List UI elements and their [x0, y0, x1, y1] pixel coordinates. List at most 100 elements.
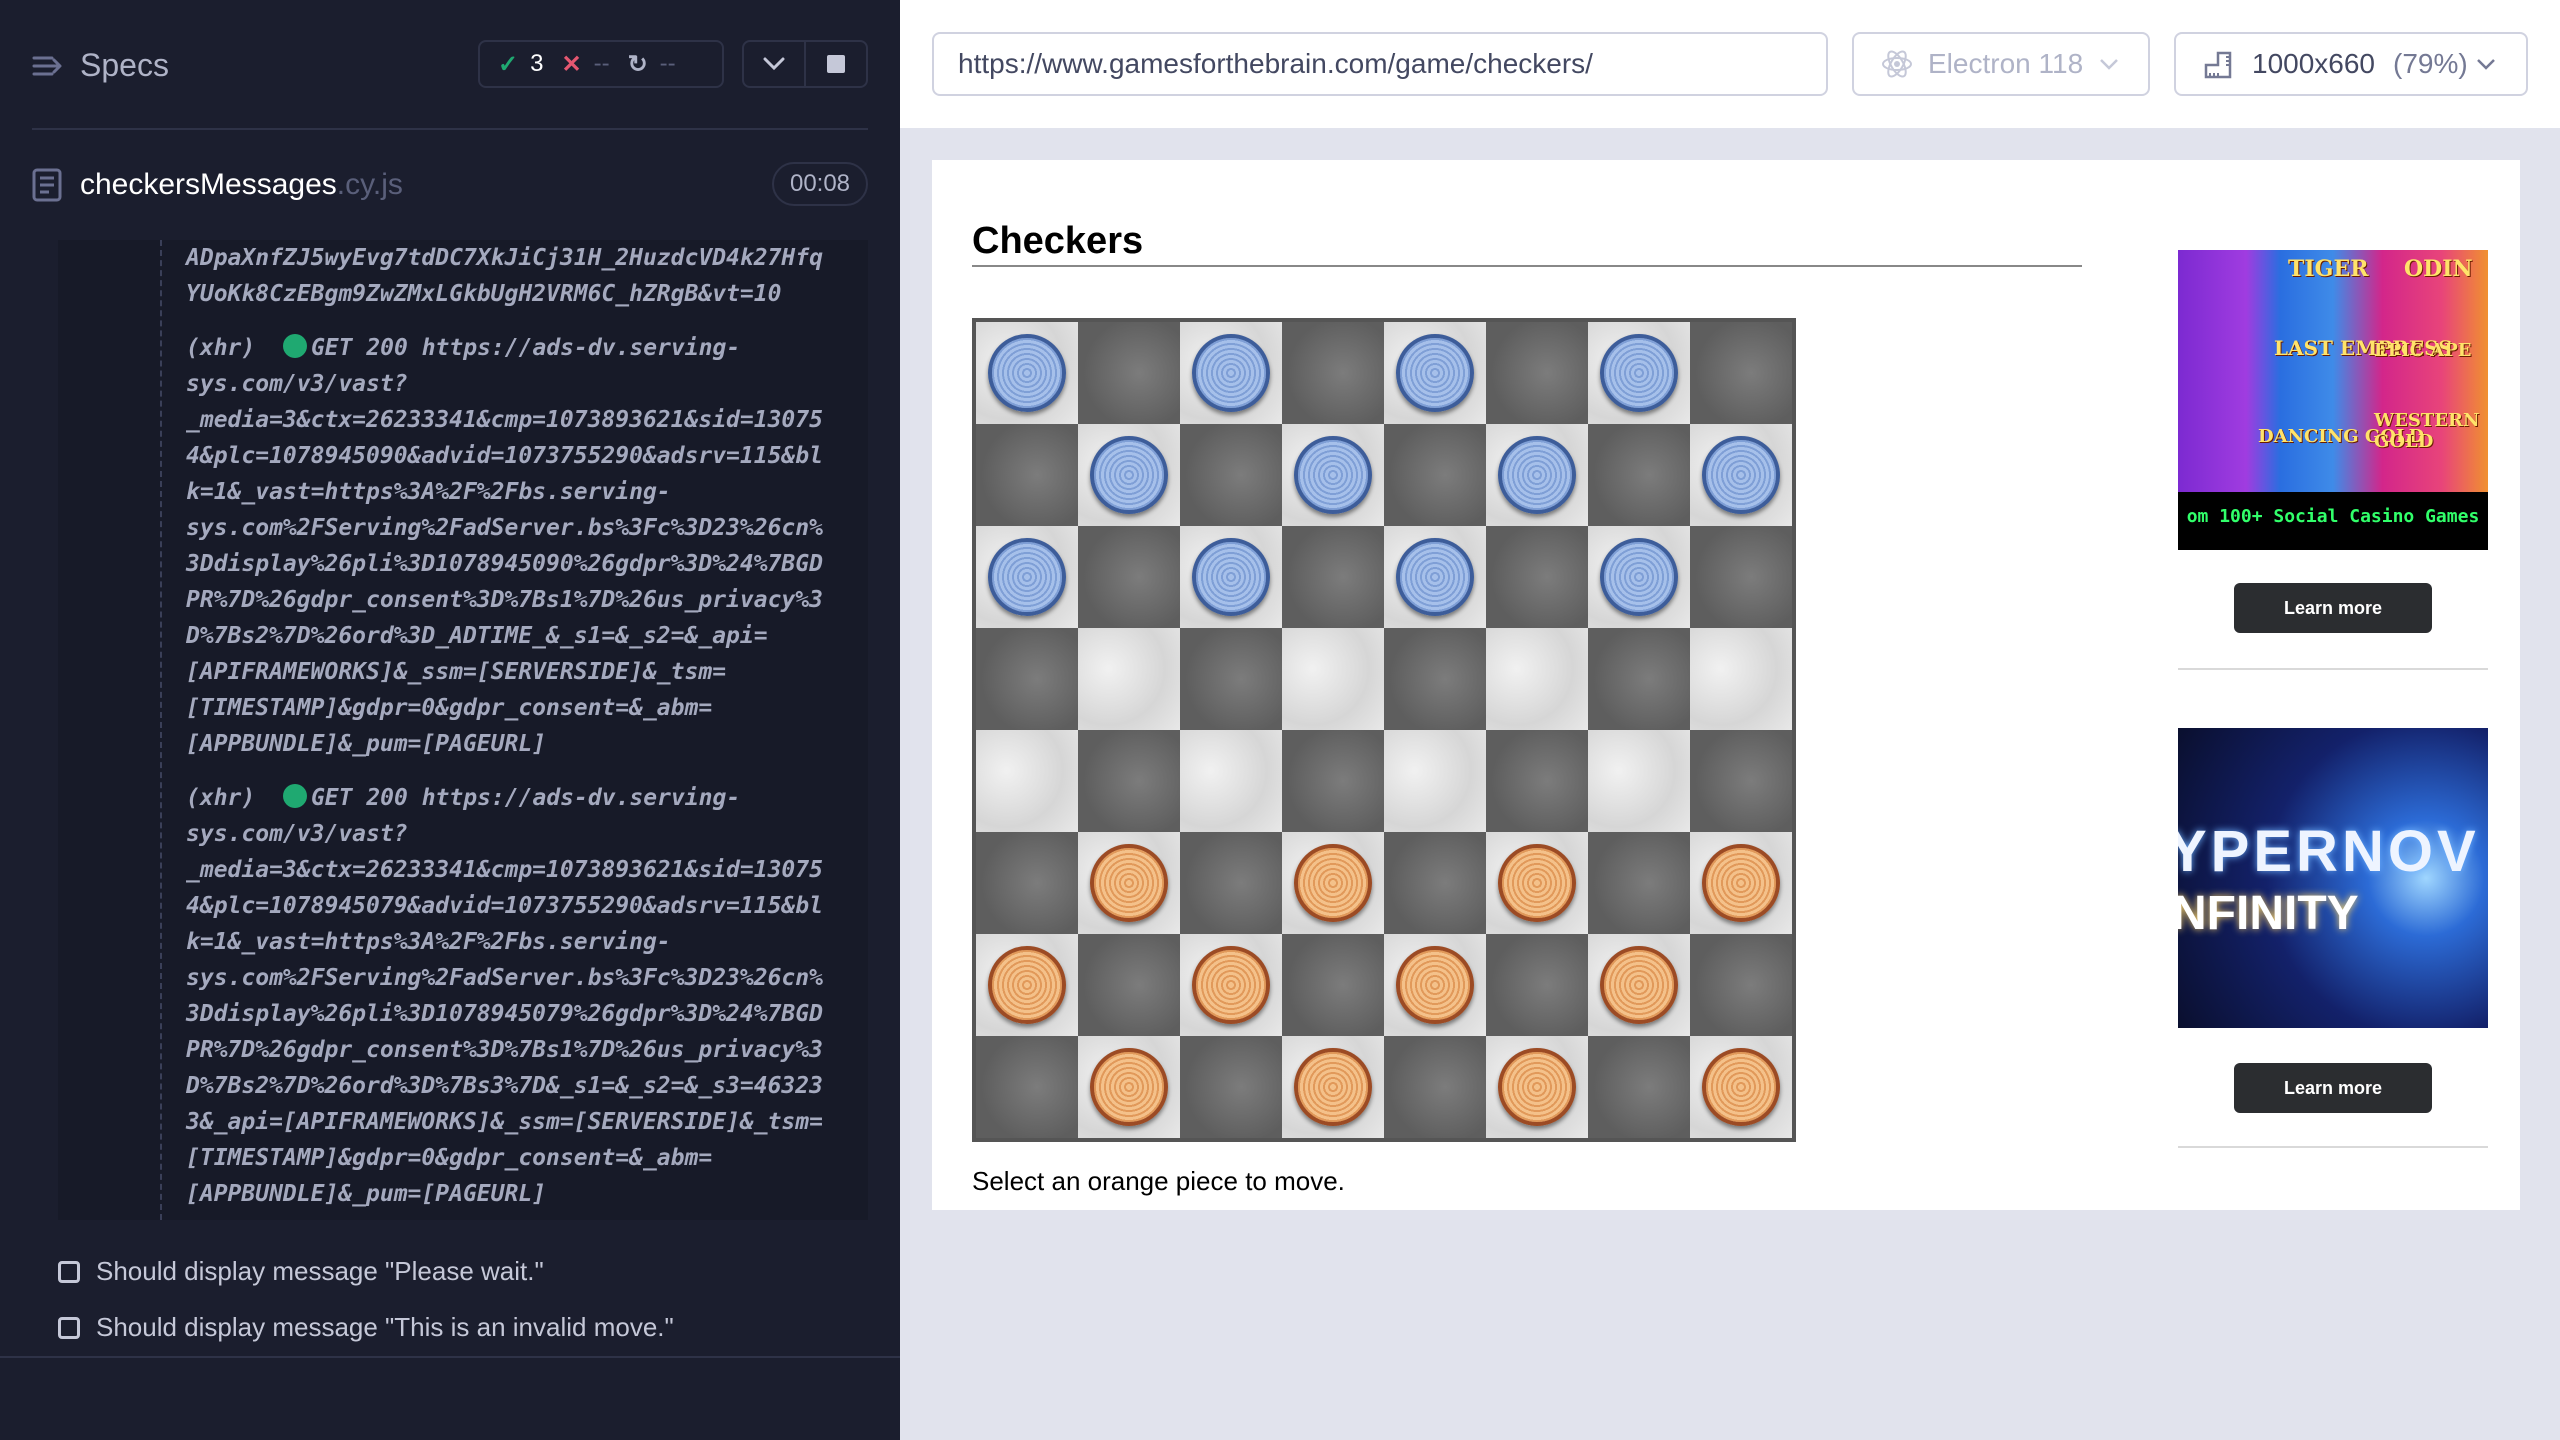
test-item[interactable]: Should display message "Please wait." — [58, 1256, 544, 1287]
board-square[interactable] — [1078, 628, 1180, 730]
checkers-board[interactable] — [972, 318, 1796, 1142]
specs-title[interactable]: Specs — [80, 47, 169, 84]
board-square[interactable] — [1180, 1036, 1282, 1138]
orange-piece[interactable] — [988, 946, 1066, 1024]
board-square[interactable] — [1078, 730, 1180, 832]
board-square[interactable] — [1690, 526, 1792, 628]
board-square[interactable] — [1282, 322, 1384, 424]
board-square[interactable] — [976, 1036, 1078, 1138]
board-square[interactable] — [1078, 424, 1180, 526]
ad-image-slot-game[interactable]: YPERNOV NFINITY — [2178, 728, 2488, 1028]
ad-unit[interactable]: YPERNOV NFINITY Learn more — [2178, 728, 2488, 1113]
board-square[interactable] — [1486, 322, 1588, 424]
board-square[interactable] — [976, 832, 1078, 934]
orange-piece[interactable] — [1600, 946, 1678, 1024]
board-square[interactable] — [1588, 526, 1690, 628]
board-square[interactable] — [1384, 1036, 1486, 1138]
blue-piece[interactable] — [988, 538, 1066, 616]
options-dropdown-button[interactable] — [742, 40, 806, 88]
log-entry-xhr[interactable]: (xhr) GET 200 https://ads-dv.serving- sy… — [186, 330, 866, 762]
board-square[interactable] — [1282, 1036, 1384, 1138]
board-square[interactable] — [1690, 1036, 1792, 1138]
board-square[interactable] — [976, 322, 1078, 424]
board-square[interactable] — [1180, 628, 1282, 730]
board-square[interactable] — [976, 934, 1078, 1036]
board-square[interactable] — [1588, 322, 1690, 424]
board-square[interactable] — [1384, 934, 1486, 1036]
board-square[interactable] — [1690, 730, 1792, 832]
learn-more-button[interactable]: Learn more — [2234, 1063, 2432, 1113]
board-square[interactable] — [1690, 424, 1792, 526]
ad-image-casino[interactable]: TIGER ODIN LAST EMPRESS EPIC APE DANCING… — [2178, 250, 2488, 550]
board-square[interactable] — [1180, 934, 1282, 1036]
board-square[interactable] — [1180, 526, 1282, 628]
board-square[interactable] — [1486, 526, 1588, 628]
board-square[interactable] — [1588, 1036, 1690, 1138]
board-square[interactable] — [1282, 832, 1384, 934]
board-square[interactable] — [1078, 934, 1180, 1036]
stop-button[interactable] — [804, 40, 868, 88]
command-log[interactable]: ADpaXnfZJ5wyEvg7tdDC7XkJiCj31H_2HuzdcVD4… — [58, 240, 868, 1220]
board-square[interactable] — [1486, 424, 1588, 526]
orange-piece[interactable] — [1498, 1048, 1576, 1126]
board-square[interactable] — [1384, 628, 1486, 730]
board-square[interactable] — [1078, 1036, 1180, 1138]
board-square[interactable] — [1486, 934, 1588, 1036]
board-square[interactable] — [1486, 1036, 1588, 1138]
blue-piece[interactable] — [1600, 334, 1678, 412]
blue-piece[interactable] — [1702, 436, 1780, 514]
ad-unit[interactable]: TIGER ODIN LAST EMPRESS EPIC APE DANCING… — [2178, 250, 2488, 633]
board-square[interactable] — [1078, 526, 1180, 628]
url-field[interactable]: https://www.gamesforthebrain.com/game/ch… — [932, 32, 1828, 96]
board-square[interactable] — [1282, 424, 1384, 526]
board-square[interactable] — [976, 628, 1078, 730]
orange-piece[interactable] — [1498, 844, 1576, 922]
orange-piece[interactable] — [1396, 946, 1474, 1024]
board-square[interactable] — [1384, 322, 1486, 424]
board-square[interactable] — [1486, 730, 1588, 832]
orange-piece[interactable] — [1192, 946, 1270, 1024]
board-square[interactable] — [1282, 526, 1384, 628]
blue-piece[interactable] — [1396, 538, 1474, 616]
blue-piece[interactable] — [1192, 334, 1270, 412]
orange-piece[interactable] — [1294, 1048, 1372, 1126]
board-square[interactable] — [1384, 526, 1486, 628]
browser-selector[interactable]: Electron 118 — [1852, 32, 2150, 96]
board-square[interactable] — [976, 526, 1078, 628]
log-entry-xhr[interactable]: (xhr) GET 200 https://ads-dv.serving- sy… — [186, 780, 866, 1212]
test-item[interactable]: Should display message "This is an inval… — [58, 1312, 674, 1343]
blue-piece[interactable] — [1498, 436, 1576, 514]
viewport-selector[interactable]: 1000x660 (79%) — [2174, 32, 2528, 96]
board-square[interactable] — [1180, 322, 1282, 424]
blue-piece[interactable] — [1294, 436, 1372, 514]
board-square[interactable] — [1690, 322, 1792, 424]
learn-more-button[interactable]: Learn more — [2234, 583, 2432, 633]
spec-file-row[interactable]: checkersMessages.cy.js 00:08 — [0, 150, 900, 220]
board-square[interactable] — [1282, 934, 1384, 1036]
blue-piece[interactable] — [1396, 334, 1474, 412]
board-square[interactable] — [1078, 832, 1180, 934]
orange-piece[interactable] — [1294, 844, 1372, 922]
board-square[interactable] — [1588, 424, 1690, 526]
board-square[interactable] — [1690, 628, 1792, 730]
board-square[interactable] — [1588, 934, 1690, 1036]
blue-piece[interactable] — [1600, 538, 1678, 616]
board-square[interactable] — [1078, 322, 1180, 424]
specs-list-icon[interactable] — [32, 50, 64, 82]
board-square[interactable] — [1384, 424, 1486, 526]
board-square[interactable] — [1180, 730, 1282, 832]
board-square[interactable] — [1690, 934, 1792, 1036]
board-square[interactable] — [976, 730, 1078, 832]
orange-piece[interactable] — [1090, 844, 1168, 922]
board-square[interactable] — [1282, 730, 1384, 832]
board-square[interactable] — [1486, 628, 1588, 730]
board-square[interactable] — [1180, 424, 1282, 526]
board-square[interactable] — [1384, 832, 1486, 934]
board-square[interactable] — [1384, 730, 1486, 832]
blue-piece[interactable] — [1192, 538, 1270, 616]
board-square[interactable] — [1690, 832, 1792, 934]
board-square[interactable] — [1180, 832, 1282, 934]
blue-piece[interactable] — [988, 334, 1066, 412]
board-square[interactable] — [1588, 628, 1690, 730]
blue-piece[interactable] — [1090, 436, 1168, 514]
